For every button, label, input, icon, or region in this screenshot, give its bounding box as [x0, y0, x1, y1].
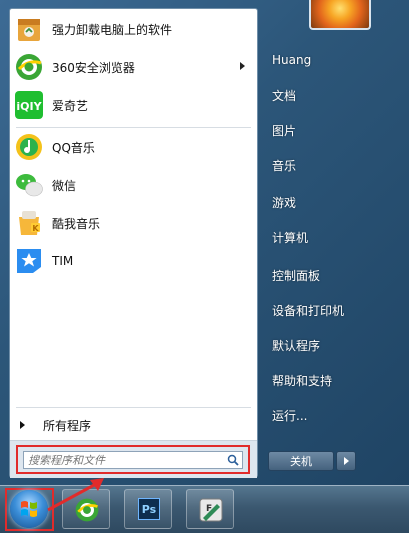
annotation-arrow — [47, 478, 104, 512]
expand-arrow-icon — [20, 421, 25, 429]
program-item-wechat[interactable]: 微信 — [10, 167, 257, 203]
shutdown-options-button[interactable] — [336, 451, 356, 471]
svg-text:K: K — [32, 224, 39, 233]
user-avatar[interactable] — [309, 0, 371, 30]
program-item-kuwo-music[interactable]: K 酷我音乐 — [10, 205, 257, 241]
right-item-documents[interactable]: 文档 — [266, 80, 401, 110]
program-label: 爱奇艺 — [52, 98, 89, 113]
submenu-arrow-icon — [240, 62, 245, 70]
right-item-run[interactable]: 运行... — [266, 400, 401, 430]
right-item-user[interactable]: Huang — [266, 45, 401, 75]
wechat-icon — [13, 169, 45, 201]
program-label: 360安全浏览器 — [52, 60, 135, 75]
360-browser-icon — [13, 51, 45, 83]
right-item-help-support[interactable]: 帮助和支持 — [266, 365, 401, 395]
search-input[interactable] — [24, 453, 218, 467]
all-programs-button[interactable]: 所有程序 — [10, 413, 257, 437]
taskbar-photoshop[interactable]: Ps — [124, 489, 172, 529]
all-programs-label: 所有程序 — [43, 418, 92, 433]
program-item-uninstaller[interactable]: 强力卸载电脑上的软件 — [10, 11, 257, 47]
taskbar-feed-editor[interactable]: F — [186, 489, 234, 529]
program-item-qq-music[interactable]: QQ音乐 — [10, 129, 257, 165]
uninstall-box-icon — [13, 13, 45, 45]
right-item-games[interactable]: 游戏 — [266, 187, 401, 217]
kuwo-music-icon: K — [13, 207, 45, 239]
right-item-default-programs[interactable]: 默认程序 — [266, 330, 401, 360]
programs-pane: 强力卸载电脑上的软件 360安全浏览器 iQIY 爱奇艺 QQ音乐 微信 K 酷… — [9, 8, 258, 478]
right-item-computer[interactable]: 计算机 — [266, 222, 401, 252]
tim-icon — [13, 245, 45, 277]
right-item-music[interactable]: 音乐 — [266, 150, 401, 180]
right-item-pictures[interactable]: 图片 — [266, 115, 401, 145]
start-menu: 强力卸载电脑上的软件 360安全浏览器 iQIY 爱奇艺 QQ音乐 微信 K 酷… — [0, 0, 409, 485]
program-label: TIM — [52, 254, 74, 268]
svg-text:iQIY: iQIY — [16, 100, 42, 113]
shutdown-button[interactable]: 关机 — [268, 451, 334, 471]
search-box[interactable] — [23, 451, 243, 469]
right-item-control-panel[interactable]: 控制面板 — [266, 260, 401, 290]
feed-editor-icon: F — [199, 498, 223, 522]
all-programs-separator — [16, 407, 251, 408]
photoshop-icon: Ps — [138, 498, 160, 520]
program-label: 微信 — [52, 178, 77, 193]
highlight-box-search — [16, 445, 250, 474]
program-item-iqiyi[interactable]: iQIY 爱奇艺 — [10, 87, 257, 123]
program-label: QQ音乐 — [52, 140, 95, 155]
program-label: 酷我音乐 — [52, 216, 101, 231]
program-item-360-browser[interactable]: 360安全浏览器 — [10, 49, 257, 85]
qq-music-icon — [13, 131, 45, 163]
program-label: 强力卸载电脑上的软件 — [52, 22, 173, 37]
search-area — [10, 440, 257, 478]
svg-text:F: F — [206, 504, 212, 514]
right-item-devices-printers[interactable]: 设备和打印机 — [266, 295, 401, 325]
search-icon[interactable] — [227, 454, 239, 466]
program-separator — [16, 127, 251, 128]
iqiyi-icon: iQIY — [13, 89, 45, 121]
program-item-tim[interactable]: TIM — [10, 243, 257, 279]
